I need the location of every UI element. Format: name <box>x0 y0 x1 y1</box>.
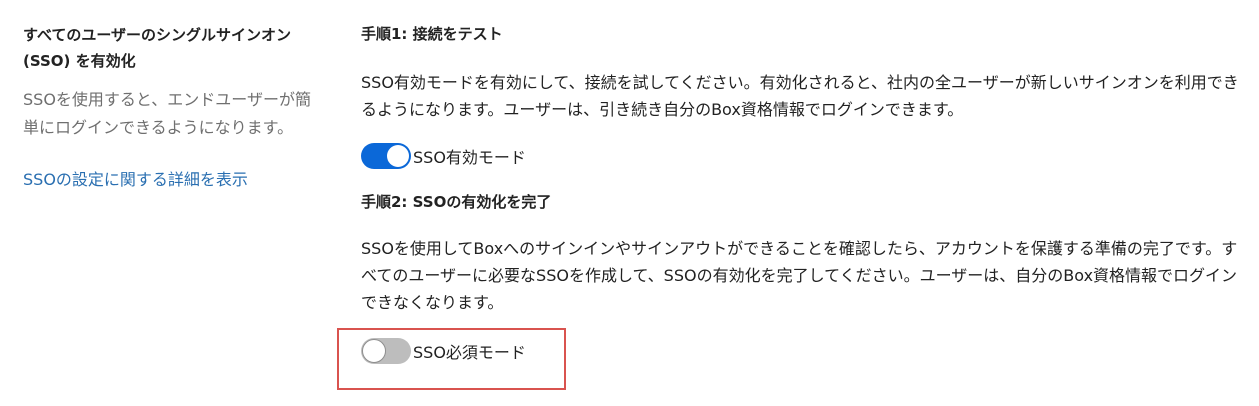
left-column: すべてのユーザーのシングルサインオン (SSO) を有効化 SSOを使用すると、… <box>23 22 328 192</box>
sso-details-link[interactable]: SSOの設定に関する詳細を表示 <box>23 168 248 192</box>
section-title: すべてのユーザーのシングルサインオン (SSO) を有効化 <box>23 26 292 70</box>
sso-enabled-toggle-row: SSO有効モード <box>361 141 1241 171</box>
sso-enabled-toggle[interactable] <box>361 143 411 169</box>
right-column: 手順1: 接続をテスト SSO有効モードを有効にして、接続を試してください。有効… <box>361 22 1241 366</box>
toggle-knob <box>387 145 409 167</box>
sso-enabled-label: SSO有効モード <box>413 148 526 167</box>
highlight-box <box>337 328 566 390</box>
sso-settings-page: すべてのユーザーのシングルサインオン (SSO) を有効化 SSOを使用すると、… <box>0 0 1259 406</box>
step2-description: SSOを使用してBoxへのサインインやサインアウトができることを確認したら、アカ… <box>361 239 1238 312</box>
step2-title: 手順2: SSOの有効化を完了 <box>361 193 552 211</box>
section-description: SSOを使用すると、エンドユーザーが簡単にログインできるようになります。 <box>23 90 311 137</box>
step1-title: 手順1: 接続をテスト <box>361 25 503 43</box>
step1-description: SSO有効モードを有効にして、接続を試してください。有効化されると、社内の全ユー… <box>361 73 1239 119</box>
